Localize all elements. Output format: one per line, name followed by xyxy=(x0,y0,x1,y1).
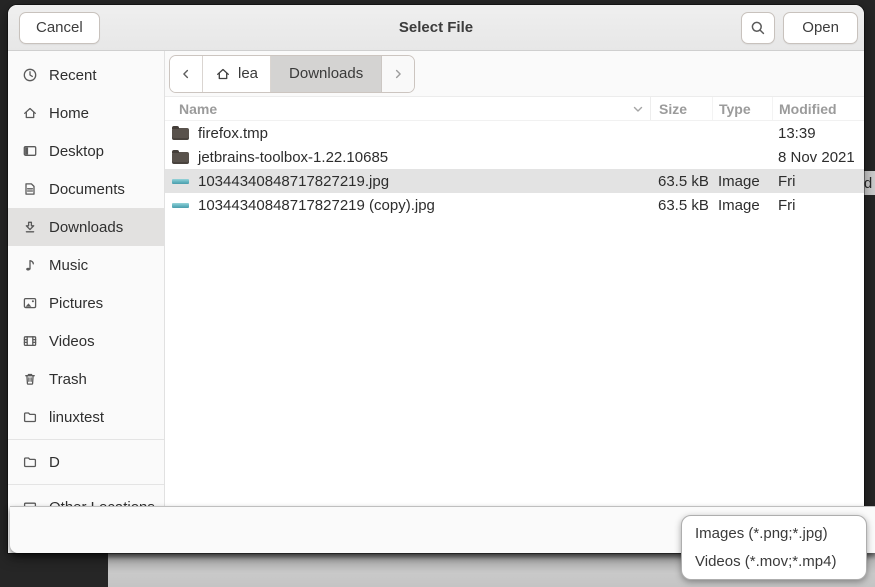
file-row[interactable]: jetbrains-toolbox-1.22.10685 8 Nov 2021 xyxy=(165,145,864,169)
file-row[interactable]: firefox.tmp 13:39 xyxy=(165,121,864,145)
sidebar-item-music[interactable]: Music xyxy=(8,246,164,284)
file-row[interactable]: 10344340848717827219 (copy).jpg 63.5 kB … xyxy=(165,193,864,217)
open-button[interactable]: Open xyxy=(783,12,858,44)
filter-option-images[interactable]: Images (*.png;*.jpg) xyxy=(682,520,866,548)
file-filter-popup: Images (*.png;*.jpg) Videos (*.mov;*.mp4… xyxy=(681,515,867,580)
home-icon xyxy=(22,105,38,121)
sidebar-item-label: linuxtest xyxy=(49,409,104,426)
sidebar-separator xyxy=(8,484,164,485)
chevron-down-icon[interactable] xyxy=(632,104,644,114)
sidebar-item-pictures[interactable]: Pictures xyxy=(8,284,164,322)
folder-icon xyxy=(171,124,189,142)
sidebar-item-label: Videos xyxy=(49,333,95,350)
path-segment-home[interactable]: lea xyxy=(203,56,271,92)
search-button[interactable] xyxy=(741,12,775,44)
folder-icon xyxy=(22,409,38,425)
column-header-size[interactable]: Size xyxy=(650,97,712,120)
file-browser-pane: lea Downloads Name xyxy=(165,51,864,553)
sidebar-item-linuxtest[interactable]: linuxtest xyxy=(8,398,164,436)
sidebar-item-label: Downloads xyxy=(49,219,123,236)
file-type: Image xyxy=(712,173,772,190)
trash-icon xyxy=(22,371,38,387)
home-icon xyxy=(215,66,231,82)
film-icon xyxy=(22,333,38,349)
file-modified: 8 Nov 2021 xyxy=(772,149,864,166)
column-header-modified[interactable]: Modified xyxy=(772,97,864,120)
file-type: Image xyxy=(712,197,772,214)
desktop-icon xyxy=(22,143,38,159)
sidebar-item-label: Trash xyxy=(49,371,87,388)
list-column-headers: Name Size Type Modified xyxy=(165,97,864,121)
sidebar-item-desktop[interactable]: Desktop xyxy=(8,132,164,170)
filter-option-videos[interactable]: Videos (*.mov;*.mp4) xyxy=(682,548,866,576)
sidebar-item-label: Recent xyxy=(49,67,97,84)
sidebar-item-videos[interactable]: Videos xyxy=(8,322,164,360)
clock-icon xyxy=(22,67,38,83)
sidebar-item-home[interactable]: Home xyxy=(8,94,164,132)
sidebar-item-documents[interactable]: Documents xyxy=(8,170,164,208)
column-header-type[interactable]: Type xyxy=(712,97,772,120)
places-sidebar: Recent Home Desktop xyxy=(8,51,165,553)
cancel-button[interactable]: Cancel xyxy=(19,12,100,44)
chevron-left-icon xyxy=(179,67,193,81)
sidebar-item-label: Desktop xyxy=(49,143,104,160)
column-header-name[interactable]: Name xyxy=(165,101,650,117)
file-size: 63.5 kB xyxy=(650,173,712,190)
sidebar-item-label: Home xyxy=(49,105,89,122)
file-name: 10344340848717827219.jpg xyxy=(198,173,389,190)
sidebar-item-label: Pictures xyxy=(49,295,103,312)
file-name: 10344340848717827219 (copy).jpg xyxy=(198,197,435,214)
sidebar-item-label: D xyxy=(49,454,60,471)
pathbar-row: lea Downloads xyxy=(165,51,864,97)
picture-icon xyxy=(22,295,38,311)
folder-icon xyxy=(22,454,38,470)
file-size: 63.5 kB xyxy=(650,197,712,214)
download-icon xyxy=(22,219,38,235)
file-name: firefox.tmp xyxy=(198,125,268,142)
file-row[interactable]: 10344340848717827219.jpg 63.5 kB Image F… xyxy=(165,169,864,193)
image-file-icon xyxy=(171,172,189,190)
music-note-icon xyxy=(22,257,38,273)
sidebar-item-downloads[interactable]: Downloads xyxy=(8,208,164,246)
file-name: jetbrains-toolbox-1.22.10685 xyxy=(198,149,388,166)
sidebar-item-label: Music xyxy=(49,257,88,274)
image-file-icon xyxy=(171,196,189,214)
document-icon xyxy=(22,181,38,197)
file-modified: Fri xyxy=(772,173,864,190)
sidebar-separator xyxy=(8,439,164,440)
screen: d Cancel Select File Open xyxy=(0,0,875,587)
file-list: firefox.tmp 13:39 jetbrains-toolbox-1.22… xyxy=(165,121,864,217)
sidebar-item-recent[interactable]: Recent xyxy=(8,56,164,94)
sidebar-item-drive-d[interactable]: D xyxy=(8,443,164,481)
path-segment-label: Downloads xyxy=(289,65,363,82)
path-segment-label: lea xyxy=(238,65,258,82)
folder-icon xyxy=(171,148,189,166)
sidebar-item-trash[interactable]: Trash xyxy=(8,360,164,398)
path-forward-button[interactable] xyxy=(382,56,414,92)
path-back-button[interactable] xyxy=(170,56,203,92)
path-segment-downloads[interactable]: Downloads xyxy=(271,56,382,92)
file-modified: 13:39 xyxy=(772,125,864,142)
magnifier-icon xyxy=(750,20,766,36)
headerbar: Cancel Select File Open xyxy=(8,5,864,51)
file-modified: Fri xyxy=(772,197,864,214)
sidebar-item-label: Documents xyxy=(49,181,125,198)
chevron-right-icon xyxy=(391,67,405,81)
file-chooser-dialog: Cancel Select File Open xyxy=(8,5,864,553)
dialog-title: Select File xyxy=(8,19,864,36)
breadcrumb: lea Downloads xyxy=(169,55,415,93)
